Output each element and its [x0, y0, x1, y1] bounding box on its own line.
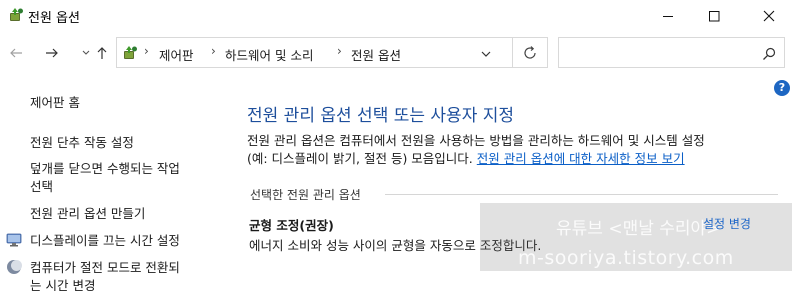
sidebar-control-panel-home[interactable]: 제어판 홈 — [30, 94, 80, 112]
minimize-button[interactable] — [645, 0, 691, 32]
change-plan-settings-link[interactable]: 설정 변경 — [703, 215, 751, 232]
breadcrumb-hardware-sound[interactable]: 하드웨어 및 소리 — [225, 45, 313, 64]
search-icon[interactable] — [762, 46, 776, 60]
up-button[interactable] — [92, 43, 112, 63]
description-line: 전원 관리 옵션은 컴퓨터에서 전원을 사용하는 방법을 관리하는 하드웨어 및… — [247, 133, 705, 148]
sidebar-item-label: 덮개를 닫으면 수행되는 작업 — [30, 161, 180, 176]
refresh-icon — [524, 46, 536, 59]
breadcrumb-separator-icon: › — [211, 44, 216, 58]
description-line: (예: 디스플레이 밝기, 절전 등) 모음입니다. 전원 관리 옵션에 대한 … — [247, 150, 782, 168]
divider — [512, 38, 513, 67]
sidebar-item-lid-close[interactable]: 덮개를 닫으면 수행되는 작업 선택 — [30, 160, 180, 196]
breadcrumb-separator-icon: › — [144, 44, 149, 58]
refresh-button[interactable] — [521, 44, 539, 62]
control-panel-icon — [121, 45, 139, 61]
window-title: 전원 옵션 — [28, 11, 80, 26]
sidebar-item-create-plan[interactable]: 전원 관리 옵션 만들기 — [30, 205, 145, 223]
chevron-down-icon — [481, 51, 491, 57]
forward-button[interactable] — [42, 43, 62, 63]
breadcrumb-power-options[interactable]: 전원 옵션 — [351, 45, 401, 64]
sidebar-item-label: 는 시간 변경 — [30, 278, 96, 293]
watermark-url: m-sooriya.tistory.com — [518, 247, 734, 269]
sidebar-item-label: 선택 — [30, 179, 54, 194]
title-bar: 전원 옵션 — [0, 0, 792, 32]
back-button[interactable] — [6, 43, 26, 63]
section-divider — [385, 194, 778, 195]
help-icon[interactable]: ? — [774, 80, 790, 96]
arrow-right-icon — [46, 48, 58, 58]
arrow-left-icon — [10, 48, 22, 58]
description-text: (예: 디스플레이 밝기, 절전 등) 모음입니다. — [247, 151, 473, 166]
breadcrumb-control-panel[interactable]: 제어판 — [159, 45, 194, 64]
page-title: 전원 관리 옵션 선택 또는 사용자 지정 — [247, 106, 515, 126]
chevron-down-icon — [82, 50, 90, 55]
more-info-link[interactable]: 전원 관리 옵션에 대한 자세한 정보 보기 — [477, 151, 685, 166]
close-button[interactable] — [746, 0, 792, 32]
maximize-button[interactable] — [691, 0, 737, 32]
monitor-icon — [6, 232, 22, 248]
section-label: 선택한 전원 관리 옵션 — [250, 188, 361, 202]
sleep-moon-icon — [6, 259, 22, 275]
address-dropdown-button[interactable] — [479, 46, 493, 60]
page-description: 전원 관리 옵션은 컴퓨터에서 전원을 사용하는 방법을 관리하는 하드웨어 및… — [247, 132, 782, 168]
breadcrumb-separator-icon: › — [337, 44, 342, 58]
sidebar-item-power-button[interactable]: 전원 단추 작동 설정 — [30, 134, 134, 152]
sidebar-item-sleep-time[interactable]: 컴퓨터가 절전 모드로 전환되 는 시간 변경 — [30, 259, 180, 295]
power-options-app-icon — [8, 7, 24, 23]
sidebar-item-display-off[interactable]: 디스플레이를 끄는 시간 설정 — [30, 232, 180, 250]
plan-name: 균형 조정(권장) — [249, 218, 334, 233]
sidebar-item-label: 컴퓨터가 절전 모드로 전환되 — [30, 260, 180, 275]
address-bar[interactable]: › 제어판 › 하드웨어 및 소리 › 전원 옵션 — [116, 37, 548, 68]
watermark-text: 유튜브 <맨날 수리야> — [556, 219, 721, 239]
search-input[interactable] — [558, 37, 785, 68]
arrow-up-icon — [97, 47, 107, 59]
